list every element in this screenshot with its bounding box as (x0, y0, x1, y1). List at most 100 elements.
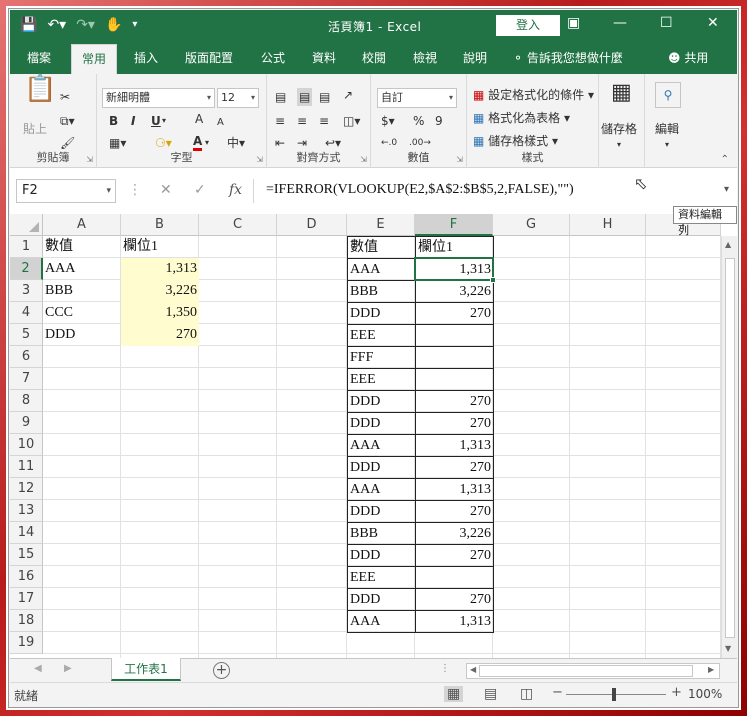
page-break-view-icon[interactable]: ◫ (520, 686, 533, 702)
cell-e3[interactable]: BBB (347, 280, 416, 303)
cell-a3[interactable]: BBB (43, 280, 121, 302)
name-box[interactable]: F2 ▾ (16, 179, 116, 203)
cell-e9[interactable]: DDD (347, 412, 416, 435)
more-icon[interactable]: ⋮ (440, 663, 450, 674)
sheet-tab-1[interactable]: 工作表1 (111, 658, 181, 681)
merge-center-icon[interactable]: ◫▾ (343, 112, 360, 130)
cell-f8[interactable]: 270 (415, 390, 494, 413)
cell-f14[interactable]: 3,226 (415, 522, 494, 545)
tab-home[interactable]: 常用 (71, 44, 118, 74)
row-header-18[interactable]: 18 (10, 610, 43, 632)
underline-button[interactable]: U (151, 112, 161, 130)
grow-font-button[interactable]: A (195, 110, 203, 128)
row-header-6[interactable]: 6 (10, 346, 43, 368)
row-header-12[interactable]: 12 (10, 478, 43, 500)
row-header-11[interactable]: 11 (10, 456, 43, 478)
share-button[interactable]: ☻ 共用 (668, 49, 708, 66)
group-cells[interactable]: ▦ 儲存格 ▾ (599, 74, 645, 168)
insert-function-icon[interactable]: fx (229, 182, 242, 198)
ribbon-display-options-icon[interactable]: ▣ (567, 15, 580, 31)
cell-f6[interactable] (415, 346, 494, 369)
zoom-slider[interactable] (566, 694, 666, 695)
row-header-2[interactable]: 2 (10, 258, 43, 280)
login-button[interactable]: 登入 (496, 15, 560, 36)
column-header-a[interactable]: A (43, 214, 121, 236)
cell-f5[interactable] (415, 324, 494, 347)
sheet-prev-icon[interactable]: ◀ (34, 663, 42, 674)
align-middle-icon[interactable]: ▤ (297, 88, 313, 106)
tab-file[interactable]: 檔案 (27, 49, 51, 66)
chevron-down-icon[interactable]: ▾ (162, 112, 166, 130)
format-as-table-button[interactable]: ▦ 格式化為表格 ▾ (473, 109, 570, 127)
cancel-icon[interactable]: ✕ (160, 182, 172, 198)
column-header-f[interactable]: F (415, 214, 493, 236)
page-layout-view-icon[interactable]: ▤ (484, 686, 497, 702)
bold-button[interactable]: B (109, 112, 118, 130)
row-header-10[interactable]: 10 (10, 434, 43, 456)
cell-f10[interactable]: 1,313 (415, 434, 494, 457)
percent-button[interactable]: % (413, 112, 424, 130)
row-header-17[interactable]: 17 (10, 588, 43, 610)
collapse-ribbon-icon[interactable]: ⌃ (721, 154, 729, 165)
dialog-launcher-icon[interactable]: ⇲ (360, 155, 367, 164)
horizontal-scroll-thumb[interactable] (479, 665, 693, 677)
align-center-icon[interactable]: ≡ (297, 112, 307, 130)
vertical-scroll-thumb[interactable] (725, 258, 735, 638)
conditional-formatting-button[interactable]: ▦ 設定格式化的條件 ▾ (473, 86, 594, 104)
cell-e14[interactable]: BBB (347, 522, 416, 545)
cell-a5[interactable]: DDD (43, 324, 121, 346)
row-header-3[interactable]: 3 (10, 280, 43, 302)
zoom-out-icon[interactable]: − (552, 685, 563, 700)
cell-e12[interactable]: AAA (347, 478, 416, 501)
tab-review[interactable]: 校閱 (362, 49, 386, 66)
row-header-13[interactable]: 13 (10, 500, 43, 522)
cell-f11[interactable]: 270 (415, 456, 494, 479)
minimize-icon[interactable]: — (613, 15, 627, 31)
row-header-8[interactable]: 8 (10, 390, 43, 412)
zoom-slider-thumb[interactable] (612, 688, 616, 701)
cell-e15[interactable]: DDD (347, 544, 416, 567)
cell-f16[interactable] (415, 566, 494, 589)
row-header-1[interactable]: 1 (10, 236, 43, 258)
cell-e8[interactable]: DDD (347, 390, 416, 413)
group-editing[interactable]: ⚲ 編輯 ▾ (645, 74, 693, 168)
cell-f13[interactable]: 270 (415, 500, 494, 523)
cell-e6[interactable]: FFF (347, 346, 416, 369)
column-header-b[interactable]: B (121, 214, 199, 236)
cell-f9[interactable]: 270 (415, 412, 494, 435)
cell-e1[interactable]: 數值 (347, 236, 416, 259)
row-header-5[interactable]: 5 (10, 324, 43, 346)
sheet-next-icon[interactable]: ▶ (64, 663, 72, 674)
cell-a2[interactable]: AAA (43, 258, 121, 280)
tab-page-layout[interactable]: 版面配置 (185, 49, 233, 66)
tab-view[interactable]: 檢視 (413, 49, 437, 66)
cell-b3[interactable]: 3,226 (121, 280, 199, 302)
touch-mode-icon[interactable]: ✋ (105, 15, 122, 35)
currency-button[interactable]: $▾ (381, 112, 395, 130)
paste-icon[interactable]: 📋 (24, 76, 56, 102)
shrink-font-button[interactable]: A (217, 114, 224, 132)
dialog-launcher-icon[interactable]: ⇲ (456, 155, 463, 164)
paste-label[interactable]: 貼上 (23, 120, 47, 138)
scroll-left-icon[interactable]: ◀ (470, 665, 476, 674)
dialog-launcher-icon[interactable]: ⇲ (86, 155, 93, 164)
cell-f18[interactable]: 1,313 (415, 610, 494, 633)
cell-b5[interactable]: 270 (121, 324, 199, 346)
formula-input[interactable]: =IFERROR(VLOOKUP(E2,$A$2:$B$5,2,FALSE),"… (253, 179, 731, 203)
row-header-9[interactable]: 9 (10, 412, 43, 434)
scroll-right-icon[interactable]: ▶ (708, 665, 714, 674)
column-header-g[interactable]: G (493, 214, 570, 236)
tab-data[interactable]: 資料 (312, 49, 336, 66)
zoom-level[interactable]: 100% (688, 687, 722, 701)
column-header-d[interactable]: D (277, 214, 347, 236)
cell-f1[interactable]: 欄位1 (415, 236, 494, 259)
align-bottom-icon[interactable]: ▤ (319, 88, 330, 106)
select-all-button[interactable] (10, 214, 43, 236)
number-format-select[interactable]: 自訂 ▾ (377, 88, 457, 108)
copy-icon[interactable]: ⧉▾ (60, 112, 75, 130)
font-name-select[interactable]: 新細明體 ▾ (102, 88, 215, 108)
row-header-7[interactable]: 7 (10, 368, 43, 390)
cell-f7[interactable] (415, 368, 494, 391)
align-top-icon[interactable]: ▤ (275, 88, 286, 106)
cut-icon[interactable]: ✂ (60, 88, 70, 106)
